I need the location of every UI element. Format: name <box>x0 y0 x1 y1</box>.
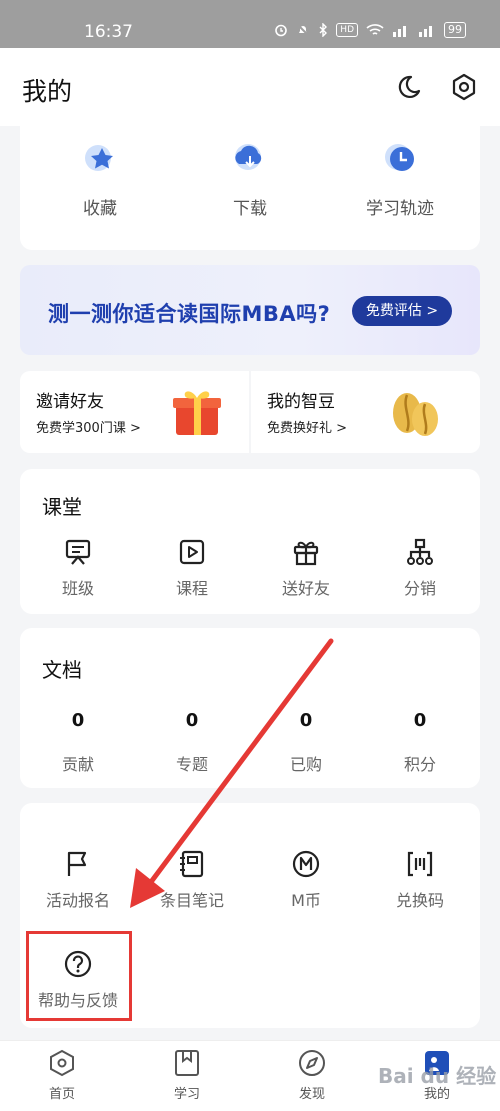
stat-points[interactable]: 0 积分 <box>370 710 470 775</box>
tab-label: 学习 <box>173 1087 200 1102</box>
quick-item-label: 下载 <box>233 199 267 219</box>
stat-purchased[interactable]: 0 已购 <box>256 710 356 775</box>
stat-contribution[interactable]: 0 贡献 <box>28 710 128 775</box>
status-icons: HD 99 <box>274 22 466 38</box>
alarm-icon <box>275 24 288 37</box>
grid-item-label: 活动报名 <box>45 891 110 910</box>
event-signup-item[interactable]: 活动报名 <box>28 849 128 911</box>
class-icon <box>65 539 91 565</box>
watermark: Bai du 经验 <box>378 1064 497 1088</box>
bluetooth-icon <box>319 23 328 37</box>
invite-friends-card[interactable]: 邀请好友 免费学300门课 > <box>20 371 249 453</box>
promo-title: 邀请好友 <box>36 392 104 412</box>
grid-item-label: 课程 <box>175 579 208 598</box>
stat-label: 已购 <box>289 755 322 774</box>
m-coin-item[interactable]: M币 <box>256 849 356 911</box>
class-item[interactable]: 班级 <box>28 537 128 599</box>
free-assessment-button[interactable]: 免费评估 > <box>352 296 452 326</box>
notebook-icon <box>180 850 204 878</box>
moon-icon[interactable] <box>393 72 423 102</box>
quick-item-label: 学习轨迹 <box>366 199 434 219</box>
tab-label: 发现 <box>298 1087 325 1102</box>
grid-item-label: 班级 <box>61 579 94 598</box>
stat-topics[interactable]: 0 专题 <box>142 710 242 775</box>
section-title: 文档 <box>42 658 82 682</box>
download-icon <box>235 144 262 170</box>
redeem-code-item[interactable]: 兑换码 <box>370 849 470 911</box>
grid-item-label: M币 <box>291 891 321 910</box>
stat-value: 0 <box>413 710 427 731</box>
grid-item-label: 送好友 <box>281 579 330 598</box>
star-icon <box>85 145 113 171</box>
home-icon <box>50 1049 74 1077</box>
quick-item-label: 收藏 <box>83 199 117 219</box>
beans-icon <box>393 393 438 436</box>
gift-icon <box>173 391 221 435</box>
m-coin-icon <box>292 850 320 878</box>
wifi-icon <box>366 24 384 35</box>
settings-icon[interactable] <box>449 72 479 102</box>
page-header: 我的 <box>0 48 500 126</box>
grid-item-label: 分销 <box>403 579 436 598</box>
gift-icon <box>293 541 319 566</box>
tab-home[interactable]: 首页 <box>22 1049 102 1102</box>
tab-discover[interactable]: 发现 <box>272 1049 352 1102</box>
status-time: 16:37 <box>84 22 133 42</box>
classroom-card: 课堂 班级 课程 送好友 分销 <box>20 469 480 614</box>
course-play-icon <box>179 539 205 565</box>
flag-icon <box>67 851 87 876</box>
annotation-highlight-box <box>26 931 132 1021</box>
promo-title: 我的智豆 <box>267 392 335 412</box>
signal-icon <box>419 26 432 37</box>
signal-icon <box>393 26 406 37</box>
quick-item-favorites[interactable]: 收藏 <box>40 140 160 219</box>
study-icon <box>175 1050 199 1076</box>
mute-icon <box>297 24 310 36</box>
stat-label: 积分 <box>403 755 436 774</box>
promo-subtitle: 免费学300门课 > <box>36 421 141 436</box>
grid-item-label: 条目笔记 <box>159 891 224 910</box>
my-beans-card[interactable]: 我的智豆 免费换好礼 > <box>251 371 480 453</box>
gift-friend-item[interactable]: 送好友 <box>256 537 356 599</box>
grid-item-label: 兑换码 <box>395 891 444 910</box>
documents-card: 文档 0 贡献 0 专题 0 已购 0 积分 <box>20 628 480 788</box>
tab-study[interactable]: 学习 <box>147 1049 227 1102</box>
stat-value: 0 <box>299 710 313 731</box>
stat-value: 0 <box>71 710 85 731</box>
tab-label: 首页 <box>48 1087 75 1102</box>
clock-icon <box>385 144 414 171</box>
stat-label: 专题 <box>175 755 208 774</box>
stat-value: 0 <box>185 710 199 731</box>
redeem-code-icon <box>407 851 433 877</box>
distribution-icon <box>407 538 433 565</box>
banner-text: 测一测你适合读国际MBA吗? <box>48 302 331 326</box>
quick-item-learning-track[interactable]: 学习轨迹 <box>340 140 460 219</box>
page-title: 我的 <box>22 77 73 106</box>
battery-icon: 99 <box>444 22 466 38</box>
stat-label: 贡献 <box>61 755 94 774</box>
section-title: 课堂 <box>42 495 82 519</box>
quick-item-downloads[interactable]: 下载 <box>190 140 310 219</box>
course-item[interactable]: 课程 <box>142 537 242 599</box>
distribution-item[interactable]: 分销 <box>370 537 470 599</box>
promo-subtitle: 免费换好礼 > <box>267 421 348 436</box>
quick-actions-card: 收藏 下载 学习轨迹 <box>20 126 480 250</box>
hd-icon: HD <box>336 23 358 37</box>
status-bar: 16:37 HD 99 <box>0 0 500 48</box>
compass-icon <box>299 1050 325 1076</box>
entry-notes-item[interactable]: 条目笔记 <box>142 849 242 911</box>
